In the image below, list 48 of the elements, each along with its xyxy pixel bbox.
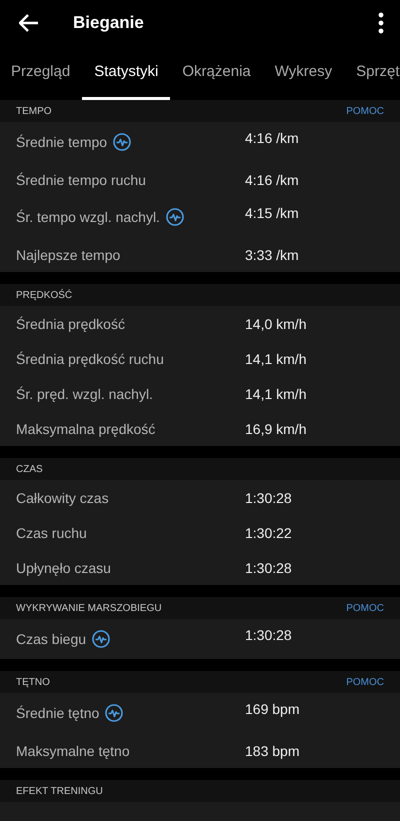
stat-label: Śr. pręd. wzgl. nachyl. bbox=[16, 386, 153, 402]
tab[interactable]: Przegląd bbox=[0, 45, 82, 100]
pulse-icon[interactable] bbox=[92, 630, 110, 648]
stat-value: 4:16 /km bbox=[245, 172, 299, 188]
stat-value: 183 bpm bbox=[245, 742, 300, 758]
pulse-icon[interactable] bbox=[166, 208, 184, 226]
stat-label: Czas ruchu bbox=[16, 524, 87, 540]
stat-value: 1:30:28 bbox=[245, 490, 292, 506]
more-menu-icon[interactable] bbox=[378, 12, 384, 34]
stat-value: 16,9 km/h bbox=[245, 420, 306, 436]
help-link[interactable]: POMOC bbox=[346, 676, 384, 688]
screen-title: Bieganie bbox=[73, 12, 145, 32]
stat-value: 4:16 /km bbox=[245, 130, 299, 146]
stat-value: 3:33 /km bbox=[245, 246, 299, 262]
section-heading: CZAS bbox=[16, 464, 43, 474]
stat-value: 169 bpm bbox=[245, 701, 300, 717]
stat-label: Średnia prędkość ruchu bbox=[16, 350, 164, 366]
stat-value: 4:15 /km bbox=[245, 205, 299, 221]
stat-label: Średnie tempo ruchu bbox=[16, 172, 146, 188]
stat-label: Średnia prędkość bbox=[16, 316, 125, 332]
stat-label: Maksymalna prędkość bbox=[16, 420, 156, 436]
help-link[interactable]: POMOC bbox=[346, 602, 384, 614]
stat-value: 14,1 km/h bbox=[245, 386, 306, 402]
stat-value: 1:30:28 bbox=[245, 627, 292, 643]
stat-label: Najlepsze tempo bbox=[16, 246, 120, 262]
stat-label: Śr. tempo wzgl. nachyl. bbox=[16, 209, 160, 225]
stat-label: Średnie tętno bbox=[16, 705, 100, 721]
stat-label: Czas biegu bbox=[16, 631, 86, 647]
help-link[interactable]: POMOC bbox=[346, 106, 384, 116]
section-heading: PRĘDKOŚĆ bbox=[16, 290, 72, 300]
tab[interactable]: Sprzęt bbox=[344, 45, 400, 100]
stat-value: 1:30:28 bbox=[245, 560, 292, 576]
stat-value: 1:30:22 bbox=[245, 524, 292, 540]
stat-label: Średnie tempo bbox=[16, 134, 108, 150]
back-arrow-icon[interactable] bbox=[19, 14, 39, 32]
stat-value: 14,1 km/h bbox=[245, 350, 306, 366]
stat-label: Maksymalne tętno bbox=[16, 742, 130, 758]
stat-value: 14,0 km/h bbox=[245, 316, 306, 332]
pulse-icon[interactable] bbox=[105, 704, 124, 722]
tab[interactable]: Okrążenia bbox=[170, 45, 263, 100]
section-heading: EFEKT TRENINGU bbox=[16, 786, 103, 796]
tab[interactable]: Wykresy bbox=[262, 45, 344, 100]
pulse-icon[interactable] bbox=[113, 133, 132, 151]
stat-label: Upłynęło czasu bbox=[16, 560, 111, 576]
section-heading: TEMPO bbox=[16, 106, 52, 116]
section-heading: WYKRYWANIE MARSZOBIEGU bbox=[16, 602, 162, 614]
section-heading: TĘTNO bbox=[16, 676, 50, 688]
stat-label: Całkowity czas bbox=[16, 490, 109, 506]
